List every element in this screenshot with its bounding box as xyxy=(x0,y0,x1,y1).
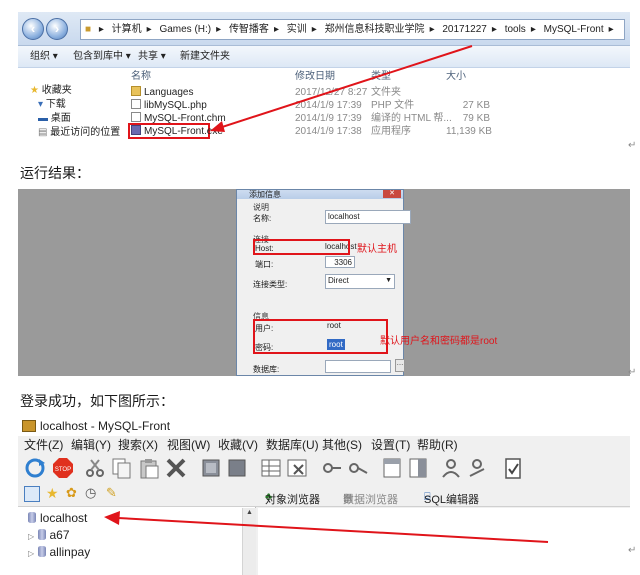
credentials-highlight-box xyxy=(253,319,388,354)
conntype-label: 连接类型: xyxy=(253,280,288,289)
dialog-screenshot: 添加信息 ✕ 说明 名称: localhost 连接 Host: localho… xyxy=(18,189,630,376)
port-input[interactable]: 3306 xyxy=(325,256,355,268)
annotation-arrow-1 xyxy=(210,45,473,132)
mysql-front-screenshot: localhost - MySQL-Front 文件(Z) 编辑(Y) 搜索(X… xyxy=(18,417,630,575)
annotation-arrow-2 xyxy=(104,511,549,543)
database-browse-button[interactable]: … xyxy=(395,359,405,372)
annotation-default-host: 默认主机 xyxy=(357,244,397,255)
annotation-default-credentials: 默认用户名和密码都是root xyxy=(380,336,498,347)
database-input[interactable] xyxy=(325,360,391,373)
explorer-screenshot: ‹ › ■ ▸ 计算机 ▸ Games (H:) ▸ 传智播客 ▸ 实训 ▸ 郑州信息科… xyxy=(18,12,630,156)
name-label: 名称: xyxy=(253,214,272,223)
name-input[interactable]: localhost xyxy=(325,210,411,224)
section-description: 说明 xyxy=(253,203,269,212)
add-connection-dialog: 添加信息 ✕ 说明 名称: localhost 连接 Host: localho… xyxy=(236,189,411,376)
conntype-select[interactable]: Direct ▼ xyxy=(325,274,395,289)
dialog-title: 添加信息 xyxy=(237,190,403,199)
caption-result: 运行结果： xyxy=(20,165,90,181)
caption-login-success: 登录成功，如下图所示： xyxy=(20,393,174,409)
port-label: 端口: xyxy=(255,260,274,269)
close-button[interactable]: ✕ xyxy=(383,190,401,198)
chevron-down-icon: ▼ xyxy=(385,277,392,284)
database-label: 数据库: xyxy=(253,365,280,374)
host-highlight-box xyxy=(253,239,350,255)
